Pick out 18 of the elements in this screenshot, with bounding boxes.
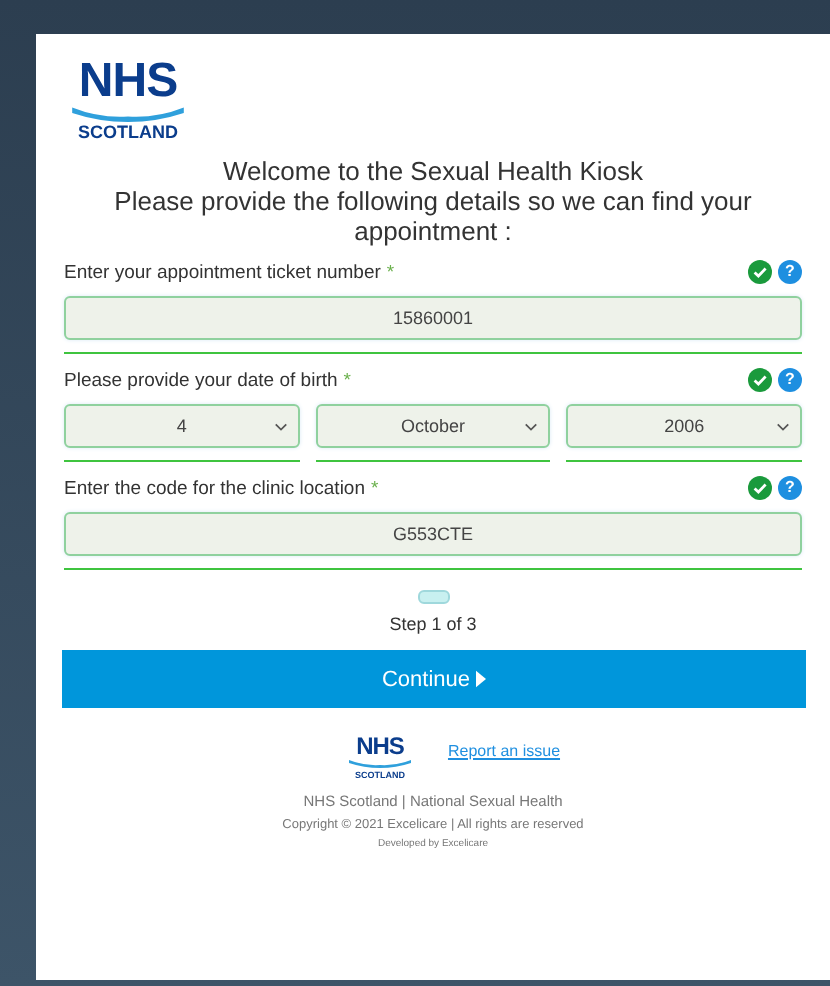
report-issue-link[interactable]: Report an issue [447, 742, 561, 760]
nhs-logo: NHS SCOTLAND [66, 60, 190, 144]
play-icon [476, 670, 487, 688]
step-text: Step 1 of 3 [387, 614, 479, 634]
heading-text: Welcome to the Sexual Health Kiosk [220, 156, 646, 186]
heading-text: Please provide the following details so we can find your appointment : [112, 186, 754, 246]
input-field[interactable]: 15860001 [64, 296, 802, 340]
chevron-down-icon [524, 421, 539, 431]
step-indicator [417, 590, 449, 604]
input-field[interactable]: G553CTE [64, 512, 802, 556]
chevron-down-icon [776, 421, 791, 431]
chevron-down-icon [273, 421, 288, 431]
dropdown-field[interactable]: 2006 [566, 404, 803, 448]
dropdown-field[interactable]: 4 [64, 404, 300, 448]
field-label: Enter your appointment ticket number * [64, 261, 395, 283]
field-label: Enter the code for the clinic location * [64, 477, 379, 499]
field-label: Please provide your date of birth * [64, 369, 351, 391]
dropdown-field[interactable]: October [315, 404, 551, 448]
